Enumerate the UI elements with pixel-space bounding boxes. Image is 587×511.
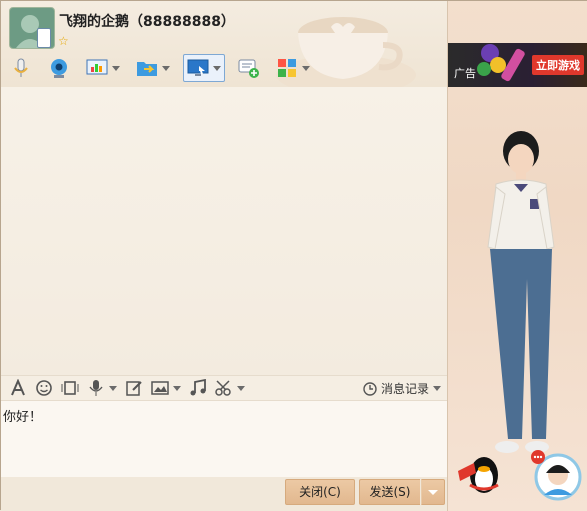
microphone-icon [14, 58, 28, 77]
send-options-dropdown[interactable] [421, 479, 445, 505]
font-icon[interactable] [9, 379, 27, 397]
play-now-button[interactable]: 立即游戏 [532, 55, 584, 75]
chat-toolbar [7, 53, 313, 83]
folder-transfer-icon [137, 62, 157, 76]
video-call-button[interactable] [45, 55, 73, 81]
screenshot-icon[interactable] [61, 379, 79, 397]
apps-icon [278, 59, 296, 77]
presentation-icon [86, 59, 108, 75]
action-bar: 关闭(C) 发送(S) [1, 477, 447, 511]
chat-avatar-icon[interactable] [530, 449, 582, 501]
mobile-online-icon [37, 28, 51, 48]
chevron-down-icon[interactable] [213, 65, 221, 71]
edit-icon[interactable] [125, 379, 143, 397]
message-history-button[interactable]: 消息记录 [363, 380, 441, 397]
chevron-down-icon[interactable] [109, 385, 117, 391]
webcam-icon [51, 59, 67, 78]
chevron-down-icon[interactable] [302, 65, 310, 71]
message-input[interactable]: 你好！ [1, 401, 447, 477]
chevron-down-icon[interactable] [162, 65, 170, 71]
title-bar: 飞翔的企鹅（88888888） ☆ ▾ – □ ✕ [1, 1, 574, 95]
emoji-icon[interactable] [35, 379, 53, 397]
chat-window: 飞翔的企鹅（88888888） ☆ ▾ – □ ✕ [0, 0, 587, 511]
contact-avatar[interactable] [9, 7, 55, 49]
message-input-text: 你好！ [3, 410, 43, 425]
presentation-button[interactable] [83, 55, 123, 81]
ad-label: 广告 [454, 67, 476, 80]
music-icon[interactable] [189, 379, 207, 397]
close-button[interactable]: 关闭(C) [285, 479, 355, 505]
chevron-down-icon[interactable] [237, 385, 245, 391]
add-chat-icon [238, 59, 259, 78]
remote-desktop-button[interactable] [183, 54, 225, 82]
voice-icon[interactable] [87, 379, 105, 397]
image-icon[interactable] [151, 379, 169, 397]
chevron-down-icon[interactable] [112, 65, 120, 71]
add-chat-button[interactable] [235, 55, 263, 81]
history-label: 消息记录 [380, 382, 429, 396]
qq-penguin-icon[interactable] [456, 453, 504, 497]
qq-show-avatar-figure [487, 131, 555, 453]
send-button[interactable]: 发送(S) [359, 479, 420, 505]
remote-desktop-icon [187, 59, 209, 76]
star-icon[interactable]: ☆ [58, 34, 69, 48]
chevron-down-icon[interactable] [433, 386, 441, 391]
file-transfer-button[interactable] [133, 55, 173, 81]
game-ad-banner[interactable]: 广告 立即游戏 [448, 43, 587, 87]
side-panel: 广告 立即游戏 [447, 1, 587, 511]
contact-name: 飞翔的企鹅（88888888） [59, 14, 235, 30]
voice-call-button[interactable] [7, 55, 35, 81]
chevron-down-icon[interactable] [173, 385, 181, 391]
apps-button[interactable] [273, 55, 313, 81]
input-toolbar: 消息记录 [1, 375, 447, 401]
message-history-area[interactable] [1, 87, 447, 375]
clock-icon [363, 381, 377, 396]
scissors-icon[interactable] [215, 379, 233, 397]
